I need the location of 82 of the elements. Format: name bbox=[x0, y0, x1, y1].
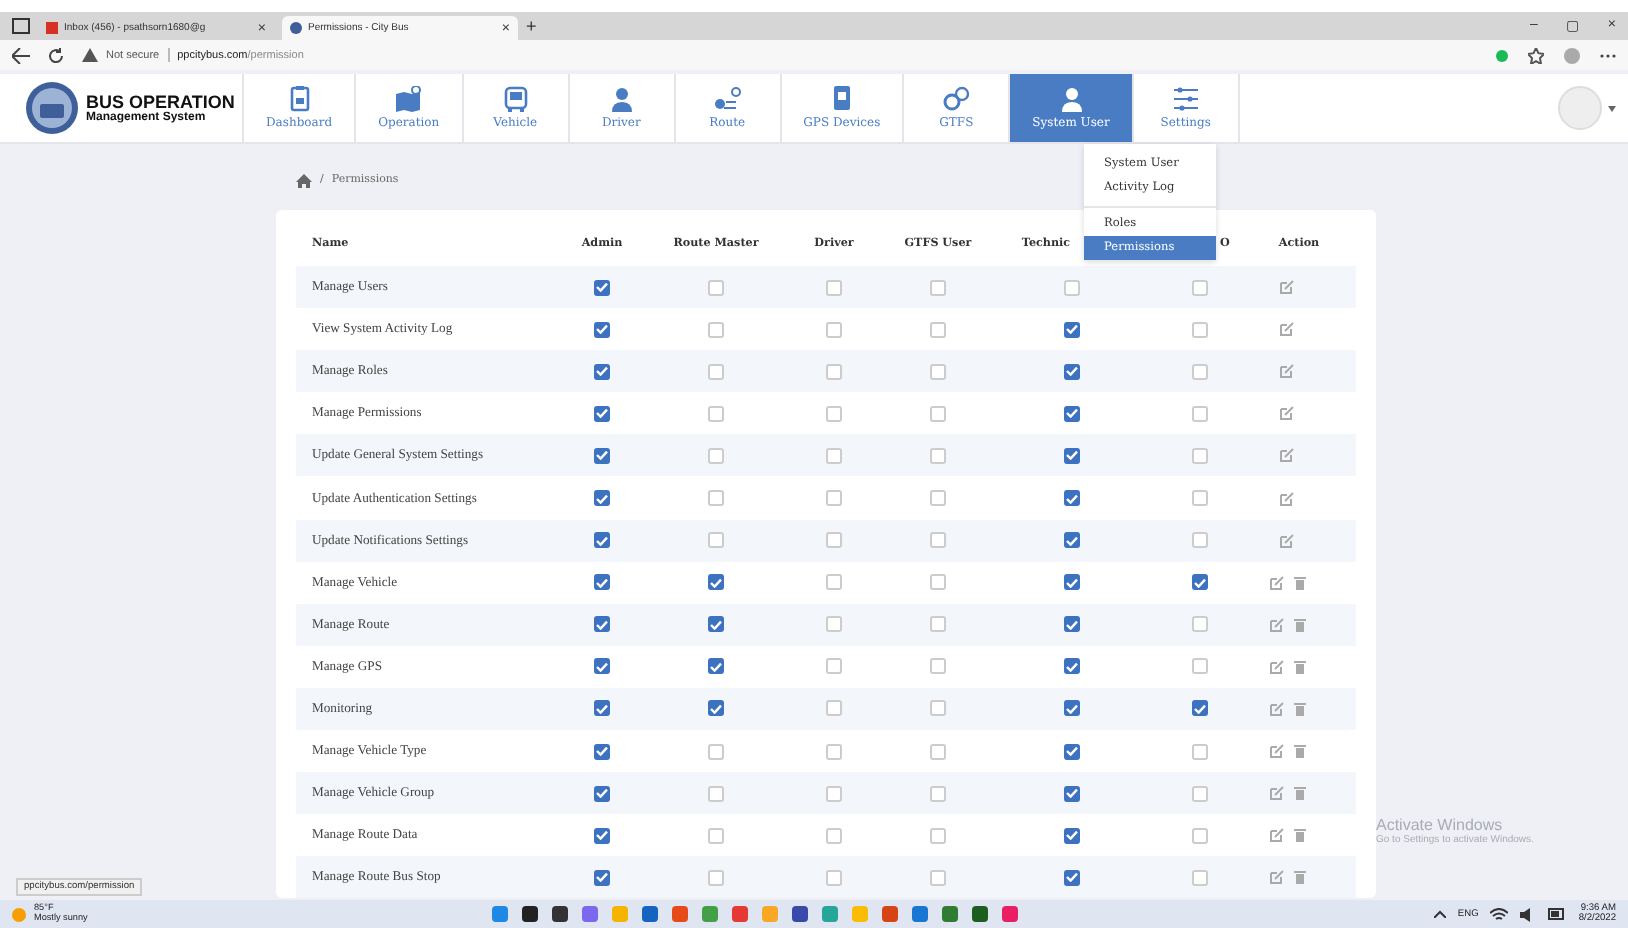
route-icon bbox=[713, 86, 742, 112]
checkbox[interactable] bbox=[594, 321, 610, 338]
checkbox[interactable] bbox=[708, 574, 724, 591]
new-tab-button[interactable]: + bbox=[526, 16, 537, 36]
edit-icon[interactable] bbox=[1269, 828, 1283, 843]
bus-icon bbox=[501, 86, 530, 112]
edit-icon[interactable] bbox=[1280, 491, 1294, 506]
delete-icon[interactable] bbox=[1293, 828, 1305, 843]
checkbox[interactable] bbox=[594, 827, 610, 844]
checkbox[interactable] bbox=[1064, 743, 1080, 760]
checkbox[interactable] bbox=[1064, 363, 1080, 380]
wifi-icon[interactable] bbox=[1490, 907, 1509, 921]
checkbox[interactable] bbox=[708, 616, 724, 633]
delete-icon[interactable] bbox=[1293, 744, 1305, 759]
checkbox[interactable] bbox=[1064, 574, 1080, 591]
delete-icon[interactable] bbox=[1293, 786, 1305, 801]
checkbox[interactable] bbox=[1064, 532, 1080, 549]
edit-icon[interactable] bbox=[1269, 744, 1283, 759]
edit-icon[interactable] bbox=[1280, 448, 1294, 463]
brand-title: BUS OPERATION bbox=[86, 92, 235, 112]
caret-icon[interactable] bbox=[1608, 105, 1616, 111]
logo-emblem-icon bbox=[24, 80, 80, 136]
edit-icon[interactable] bbox=[1280, 533, 1294, 548]
user-icon bbox=[1057, 86, 1085, 112]
warning-icon bbox=[82, 48, 98, 62]
checkbox[interactable] bbox=[1064, 869, 1080, 886]
clipboard-icon bbox=[285, 86, 314, 112]
checkbox[interactable] bbox=[1064, 658, 1080, 675]
delete-icon[interactable] bbox=[1293, 617, 1305, 632]
delete-icon[interactable] bbox=[1293, 659, 1305, 674]
checkbox[interactable] bbox=[594, 700, 610, 717]
checkbox[interactable] bbox=[594, 532, 610, 549]
edit-icon[interactable] bbox=[1269, 870, 1283, 885]
checkbox[interactable] bbox=[594, 405, 610, 422]
checkbox[interactable] bbox=[594, 574, 610, 591]
profile-icon[interactable] bbox=[1564, 47, 1580, 63]
sun-icon[interactable] bbox=[12, 907, 26, 921]
checkbox[interactable] bbox=[594, 490, 610, 507]
activation-title: Activate Windows bbox=[1376, 816, 1505, 834]
checkbox[interactable] bbox=[594, 279, 610, 296]
checkbox[interactable] bbox=[1064, 616, 1080, 633]
edit-icon[interactable] bbox=[1280, 406, 1294, 421]
person-icon bbox=[607, 86, 636, 112]
checkbox[interactable] bbox=[1064, 700, 1080, 717]
edit-icon[interactable] bbox=[1269, 617, 1283, 632]
back-icon[interactable] bbox=[12, 47, 30, 63]
checkbox[interactable] bbox=[1064, 785, 1080, 802]
checkbox[interactable] bbox=[708, 700, 724, 717]
checkbox[interactable] bbox=[1064, 405, 1080, 422]
tab-actions-icon[interactable] bbox=[12, 18, 30, 34]
checkbox[interactable] bbox=[594, 658, 610, 675]
edit-icon[interactable] bbox=[1269, 575, 1283, 590]
refresh-icon[interactable] bbox=[48, 47, 64, 63]
delete-icon[interactable] bbox=[1293, 701, 1305, 716]
checkbox[interactable] bbox=[594, 363, 610, 380]
checkbox[interactable] bbox=[594, 869, 610, 886]
edit-icon[interactable] bbox=[1280, 364, 1294, 379]
edit-icon[interactable] bbox=[1269, 701, 1283, 716]
edit-icon[interactable] bbox=[1280, 280, 1294, 295]
delete-icon[interactable] bbox=[1293, 575, 1305, 590]
gear-icon bbox=[942, 86, 971, 112]
battery-icon[interactable] bbox=[1548, 908, 1567, 920]
checkbox[interactable] bbox=[594, 447, 610, 464]
edit-icon[interactable] bbox=[1280, 322, 1294, 337]
checkbox[interactable] bbox=[1064, 321, 1080, 338]
favorites-icon[interactable] bbox=[1528, 47, 1544, 63]
checkbox[interactable] bbox=[594, 616, 610, 633]
checkbox[interactable] bbox=[1064, 447, 1080, 464]
checkbox[interactable] bbox=[1064, 490, 1080, 507]
sliders-icon bbox=[1171, 86, 1200, 112]
checkbox[interactable] bbox=[1192, 700, 1208, 717]
checkbox[interactable] bbox=[1192, 574, 1208, 591]
checkbox[interactable] bbox=[708, 658, 724, 675]
checkbox[interactable] bbox=[594, 743, 610, 760]
home-icon[interactable] bbox=[296, 173, 312, 187]
edit-icon[interactable] bbox=[1269, 786, 1283, 801]
map-pin-icon bbox=[394, 86, 423, 112]
delete-icon[interactable] bbox=[1293, 870, 1305, 885]
chevron-up-icon[interactable] bbox=[1433, 910, 1446, 918]
edit-icon[interactable] bbox=[1269, 659, 1283, 674]
checkbox[interactable] bbox=[1064, 827, 1080, 844]
checkbox[interactable] bbox=[594, 785, 610, 802]
